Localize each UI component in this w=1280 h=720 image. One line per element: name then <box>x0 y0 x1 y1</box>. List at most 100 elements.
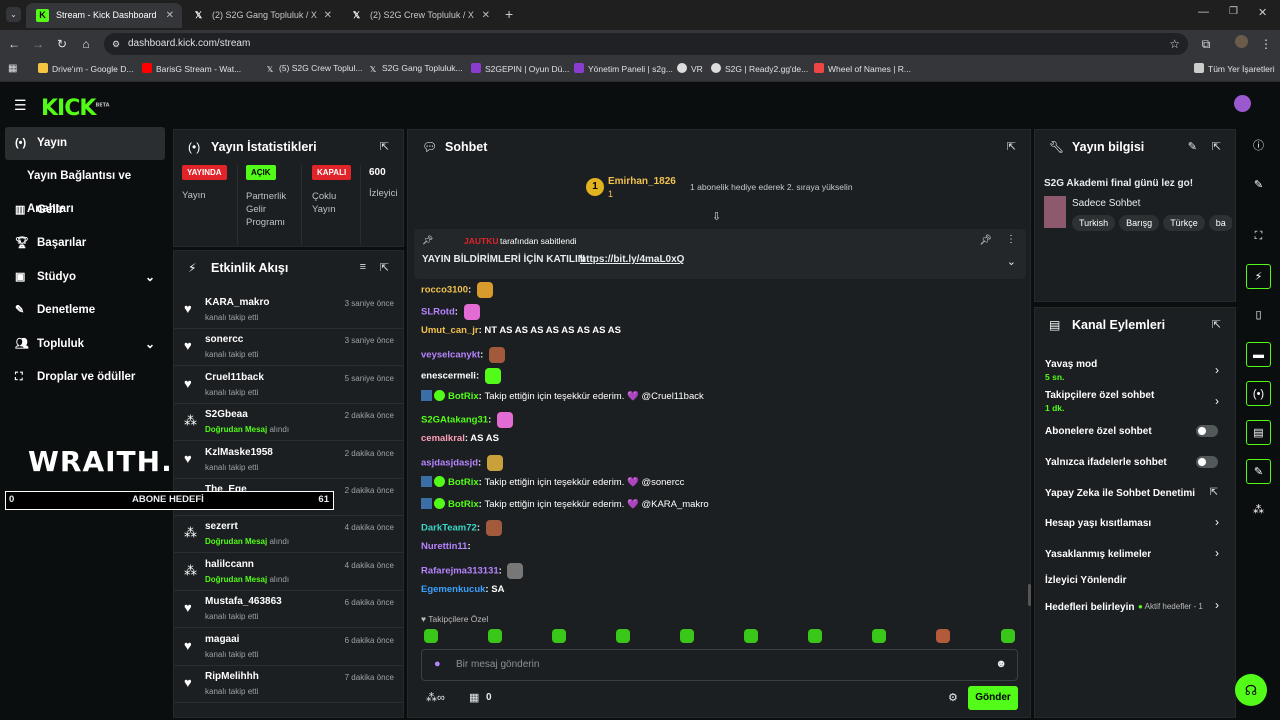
emote[interactable] <box>808 629 822 643</box>
sidebar-item-gelir[interactable]: ▥ Gelir <box>5 194 165 227</box>
emote[interactable] <box>744 629 758 643</box>
home-icon[interactable]: ⌂ <box>77 35 95 53</box>
chevron-right-icon[interactable]: › <box>1215 394 1219 408</box>
chat-scrollbar[interactable] <box>1028 584 1031 606</box>
menu-icon[interactable]: ⋮ <box>1257 35 1275 53</box>
event-user[interactable]: S2Gbeaa <box>205 409 248 420</box>
sidebar-item-topluluk[interactable]: 👥︎ Topluluk ⌄ <box>5 328 165 361</box>
bookmarks-folder[interactable]: Tüm Yer İşaretleri <box>1194 63 1275 74</box>
sidebar-item-basarilar[interactable]: 🏆︎ Başarılar <box>5 227 165 260</box>
bookmark[interactable]: Wheel of Names | R... <box>814 63 911 74</box>
chat-username[interactable]: Egemenkucuk <box>421 584 485 595</box>
store-icon[interactable]: ▦ <box>469 691 479 704</box>
goals-label[interactable]: Hedefleri belirleyin <box>1045 602 1134 613</box>
browser-tab[interactable]: 𝕏 (2) S2G Crew Topluluk / X ✕ <box>340 3 498 28</box>
emoji-icon[interactable]: ☻ <box>995 658 1007 670</box>
chat-username[interactable]: rocco3100 <box>421 285 468 296</box>
banned-words-label[interactable]: Yasaklanmış kelimeler <box>1045 549 1151 560</box>
bookmark[interactable]: S2GEPIN | Oyun Dü... <box>471 63 569 74</box>
profile-avatar[interactable] <box>1232 35 1250 53</box>
event-user[interactable]: sonercc <box>205 334 243 345</box>
event-user[interactable]: magaai <box>205 634 239 645</box>
send-button[interactable]: Gönder <box>968 686 1018 710</box>
wrench-icon[interactable]: ✎ <box>1246 459 1271 484</box>
new-tab-button[interactable]: + <box>505 6 513 22</box>
sidebar-item-denetleme[interactable]: ✎ Denetleme <box>5 294 165 327</box>
minimize-button[interactable]: — <box>1198 6 1209 18</box>
browser-tab[interactable]: 𝕏 (2) S2G Gang Topluluk / X ✕ <box>182 3 340 28</box>
chat-username[interactable]: BotRix <box>448 391 479 402</box>
pinned-link[interactable]: https://bit.ly/4maL0xQ <box>580 254 684 265</box>
scroll-down-icon[interactable]: ⇩ <box>712 210 721 223</box>
event-user[interactable]: RipMelihhh <box>205 671 259 682</box>
star-icon[interactable]: ☆ <box>1169 33 1180 55</box>
emote[interactable] <box>680 629 694 643</box>
emote[interactable] <box>616 629 630 643</box>
bookmark[interactable]: VR <box>677 63 703 74</box>
category-name[interactable]: Sadece Sohbet <box>1072 198 1140 209</box>
close-icon[interactable]: ✕ <box>324 3 332 28</box>
tag[interactable]: Turkish <box>1072 215 1116 231</box>
tag[interactable]: Türkçe <box>1163 215 1205 231</box>
reload-icon[interactable]: ↻ <box>53 35 71 53</box>
chat-username[interactable]: enescermeli <box>421 371 476 382</box>
site-info-icon[interactable]: ⚙ <box>112 33 120 55</box>
broadcast-icon[interactable]: (•) <box>1246 381 1271 406</box>
sidebar-item-droplar[interactable]: ⛶ Droplar ve ödüller <box>5 361 165 394</box>
chevron-right-icon[interactable]: › <box>1215 598 1219 612</box>
chat-username[interactable]: asjdasjdasjd <box>421 457 478 468</box>
expand-icon[interactable]: ⇱ <box>380 140 389 153</box>
people-icon[interactable]: ⁂ <box>1246 498 1271 523</box>
chat-username[interactable]: veyselcanykt <box>421 349 480 360</box>
more-icon[interactable]: ⋮ <box>1006 234 1016 245</box>
points-icon[interactable]: ⁂∞ <box>426 691 445 704</box>
expand-icon[interactable]: ⇱ <box>1212 140 1221 153</box>
restore-button[interactable]: ❐ <box>1229 6 1238 17</box>
chevron-right-icon[interactable]: › <box>1215 546 1219 560</box>
event-user[interactable]: Cruel11back <box>205 372 264 383</box>
chat-username[interactable]: Nurettin11 <box>421 541 467 552</box>
chat-username[interactable]: Rafarejma313131 <box>421 565 499 576</box>
actions-icon[interactable]: ▤ <box>1246 420 1271 445</box>
close-icon[interactable]: ✕ <box>166 3 174 28</box>
user-avatar[interactable] <box>1234 95 1251 112</box>
external-link-icon[interactable]: ⇱ <box>1210 487 1218 498</box>
filter-icon[interactable]: ≡ <box>360 261 366 273</box>
event-user[interactable]: KARA_makro <box>205 297 269 308</box>
tag[interactable]: ba <box>1208 215 1232 231</box>
chat-username[interactable]: BotRix <box>448 477 479 488</box>
chevron-down-icon[interactable]: ⌄ <box>1007 255 1016 268</box>
sidebar-item-studyo[interactable]: ▣ Stüdyo ⌄ <box>5 261 165 294</box>
emote[interactable] <box>424 629 438 643</box>
chevron-right-icon[interactable]: › <box>1215 363 1219 377</box>
event-user[interactable]: sezerrt <box>205 521 238 532</box>
emote[interactable] <box>552 629 566 643</box>
emote[interactable] <box>1001 629 1015 643</box>
fullscreen-icon[interactable]: ⛶ <box>1246 224 1271 249</box>
tab-search-button[interactable]: ⌄ <box>6 7 21 22</box>
settings-icon[interactable]: ⚙ <box>948 691 958 704</box>
bookmark[interactable]: Drive'ım - Google D... <box>38 63 133 74</box>
emote-chat-toggle[interactable] <box>1196 456 1218 468</box>
chat-username[interactable]: BotRix <box>448 499 479 510</box>
browser-tab[interactable]: K Stream - Kick Dashboard ✕ <box>26 3 182 28</box>
chevron-right-icon[interactable]: › <box>1215 515 1219 529</box>
chat-icon[interactable]: ▬ <box>1246 342 1271 367</box>
bookmark[interactable]: 𝕏 (5) S2G Crew Toplul... <box>265 63 363 75</box>
back-icon[interactable]: ← <box>5 35 23 53</box>
edit-icon[interactable]: ✎ <box>1188 140 1197 153</box>
apps-icon[interactable]: ▦ <box>8 63 17 74</box>
bookmark[interactable]: 𝕏 S2G Gang Topluluk... <box>368 63 463 75</box>
chat-username[interactable]: DarkTeam72 <box>421 522 477 533</box>
support-icon[interactable]: ☊ <box>1235 674 1267 706</box>
chat-username[interactable]: S2GAtakang31 <box>421 414 488 425</box>
sub-chat-toggle[interactable] <box>1196 425 1218 437</box>
chat-username[interactable]: Umut_can_jr <box>421 325 479 336</box>
edit-icon[interactable]: ✎ <box>1246 173 1271 198</box>
event-user[interactable]: KzlMaske1958 <box>205 447 273 458</box>
unpin-icon[interactable]: 📌︎ <box>979 235 992 246</box>
bookmark[interactable]: Yönetim Paneli | s2g... <box>574 63 673 74</box>
age-restriction-label[interactable]: Hesap yaşı kısıtlaması <box>1045 518 1151 529</box>
slow-mode-setting[interactable]: Yavaş mod 5 sn. <box>1045 359 1097 382</box>
emote[interactable] <box>488 629 502 643</box>
